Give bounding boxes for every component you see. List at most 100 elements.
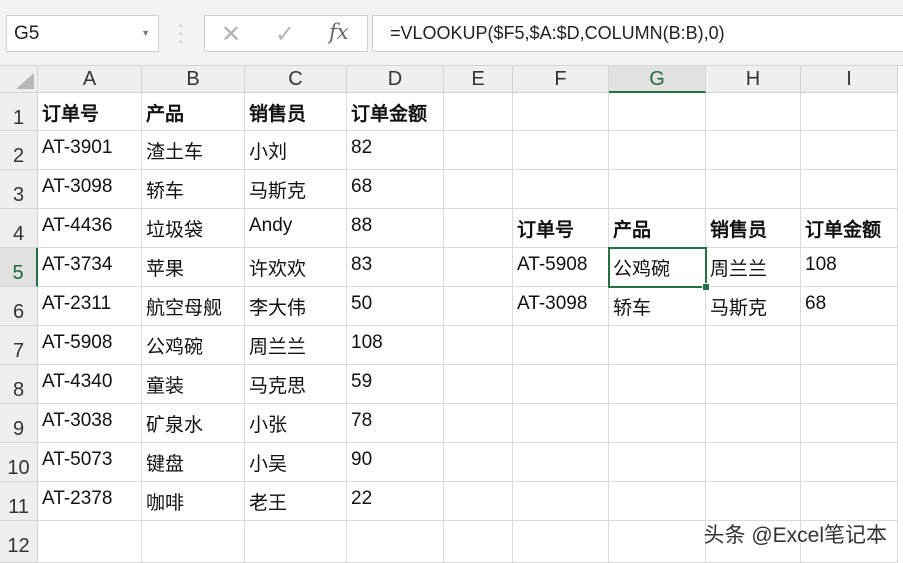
cell-I7[interactable]	[801, 326, 898, 365]
cell-E5[interactable]	[444, 248, 513, 287]
cell-C11[interactable]: 老王	[245, 482, 347, 521]
cell-C12[interactable]	[245, 521, 347, 563]
cell-A10[interactable]: AT-5073	[38, 443, 142, 482]
column-header-H[interactable]: H	[706, 66, 801, 93]
cell-F10[interactable]	[513, 443, 609, 482]
row-header-8[interactable]: 8	[0, 365, 38, 404]
insert-function-icon[interactable]: fx	[329, 20, 349, 44]
cancel-icon[interactable]: ✕	[221, 20, 241, 49]
cell-I5[interactable]: 108	[801, 248, 898, 287]
cell-G11[interactable]	[609, 482, 706, 521]
cell-B12[interactable]	[142, 521, 245, 563]
chevron-down-icon[interactable]: ▼	[141, 16, 150, 51]
cell-E2[interactable]	[444, 131, 513, 170]
cell-I8[interactable]	[801, 365, 898, 404]
cell-B10[interactable]: 键盘	[142, 443, 245, 482]
cell-F4[interactable]: 订单号	[513, 209, 609, 248]
cell-F7[interactable]	[513, 326, 609, 365]
cell-D4[interactable]: 88	[347, 209, 444, 248]
cell-C5[interactable]: 许欢欢	[245, 248, 347, 287]
cell-G1[interactable]	[609, 93, 706, 131]
row-header-10[interactable]: 10	[0, 443, 38, 482]
cell-G2[interactable]	[609, 131, 706, 170]
cell-B3[interactable]: 轿车	[142, 170, 245, 209]
cell-H1[interactable]	[706, 93, 801, 131]
cell-H2[interactable]	[706, 131, 801, 170]
row-header-1[interactable]: 1	[0, 93, 38, 131]
cell-F1[interactable]	[513, 93, 609, 131]
cell-I4[interactable]: 订单金额	[801, 209, 898, 248]
cell-G5[interactable]: 公鸡碗	[609, 248, 706, 287]
cell-B7[interactable]: 公鸡碗	[142, 326, 245, 365]
cell-H7[interactable]	[706, 326, 801, 365]
cell-D8[interactable]: 59	[347, 365, 444, 404]
cell-I9[interactable]	[801, 404, 898, 443]
cell-E12[interactable]	[444, 521, 513, 563]
column-header-D[interactable]: D	[347, 66, 444, 93]
cell-H10[interactable]	[706, 443, 801, 482]
cell-F12[interactable]	[513, 521, 609, 563]
cell-G10[interactable]	[609, 443, 706, 482]
cell-I2[interactable]	[801, 131, 898, 170]
cell-B9[interactable]: 矿泉水	[142, 404, 245, 443]
cell-C10[interactable]: 小吴	[245, 443, 347, 482]
column-header-B[interactable]: B	[142, 66, 245, 93]
cell-I3[interactable]	[801, 170, 898, 209]
cell-H5[interactable]: 周兰兰	[706, 248, 801, 287]
cell-A3[interactable]: AT-3098	[38, 170, 142, 209]
cell-C3[interactable]: 马斯克	[245, 170, 347, 209]
cell-B6[interactable]: 航空母舰	[142, 287, 245, 326]
row-header-2[interactable]: 2	[0, 131, 38, 170]
cell-F5[interactable]: AT-5908	[513, 248, 609, 287]
cell-F3[interactable]	[513, 170, 609, 209]
cell-I10[interactable]	[801, 443, 898, 482]
cell-A5[interactable]: AT-3734	[38, 248, 142, 287]
cell-I1[interactable]	[801, 93, 898, 131]
cell-I11[interactable]	[801, 482, 898, 521]
cell-F11[interactable]	[513, 482, 609, 521]
cell-A7[interactable]: AT-5908	[38, 326, 142, 365]
name-box[interactable]: G5 ▼	[6, 15, 159, 52]
row-header-7[interactable]: 7	[0, 326, 38, 365]
cell-F8[interactable]	[513, 365, 609, 404]
row-header-4[interactable]: 4	[0, 209, 38, 248]
cell-C1[interactable]: 销售员	[245, 93, 347, 131]
cell-E4[interactable]	[444, 209, 513, 248]
cell-B8[interactable]: 童装	[142, 365, 245, 404]
cell-B2[interactable]: 渣土车	[142, 131, 245, 170]
cell-G8[interactable]	[609, 365, 706, 404]
cell-C4[interactable]: Andy	[245, 209, 347, 248]
cell-D10[interactable]: 90	[347, 443, 444, 482]
cell-E11[interactable]	[444, 482, 513, 521]
cell-E3[interactable]	[444, 170, 513, 209]
cell-G7[interactable]	[609, 326, 706, 365]
cell-G3[interactable]	[609, 170, 706, 209]
column-header-I[interactable]: I	[801, 66, 898, 93]
cell-H9[interactable]	[706, 404, 801, 443]
cell-E1[interactable]	[444, 93, 513, 131]
cell-G9[interactable]	[609, 404, 706, 443]
cell-B5[interactable]: 苹果	[142, 248, 245, 287]
cell-C2[interactable]: 小刘	[245, 131, 347, 170]
cell-A11[interactable]: AT-2378	[38, 482, 142, 521]
cell-H11[interactable]	[706, 482, 801, 521]
cell-E7[interactable]	[444, 326, 513, 365]
cell-E8[interactable]	[444, 365, 513, 404]
row-header-12[interactable]: 12	[0, 521, 38, 563]
row-header-3[interactable]: 3	[0, 170, 38, 209]
row-header-6[interactable]: 6	[0, 287, 38, 326]
cell-C6[interactable]: 李大伟	[245, 287, 347, 326]
cell-H8[interactable]	[706, 365, 801, 404]
cell-E6[interactable]	[444, 287, 513, 326]
formula-input[interactable]: =VLOOKUP($F5,$A:$D,COLUMN(B:B),0)	[372, 15, 903, 52]
cell-G12[interactable]	[609, 521, 706, 563]
column-header-A[interactable]: A	[38, 66, 142, 93]
cell-A4[interactable]: AT-4436	[38, 209, 142, 248]
cell-F9[interactable]	[513, 404, 609, 443]
select-all-button[interactable]	[0, 66, 38, 93]
column-header-G[interactable]: G	[609, 66, 706, 93]
row-header-5[interactable]: 5	[0, 248, 38, 287]
cell-D7[interactable]: 108	[347, 326, 444, 365]
cell-A9[interactable]: AT-3038	[38, 404, 142, 443]
column-header-E[interactable]: E	[444, 66, 513, 93]
